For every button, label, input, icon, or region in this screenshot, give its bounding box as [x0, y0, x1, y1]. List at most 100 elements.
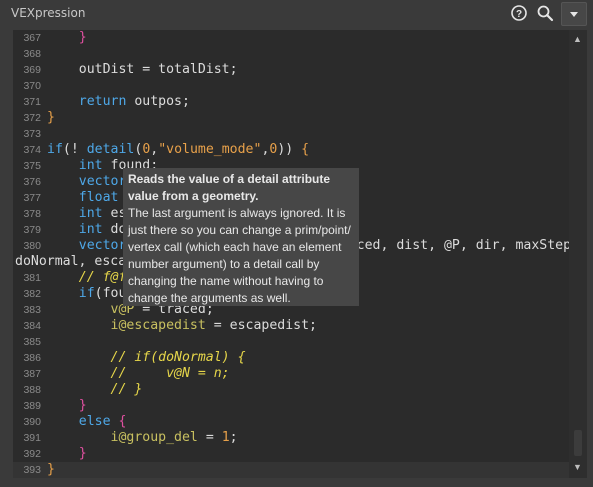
code-line[interactable]: 369 outDist = totalDist; [13, 62, 569, 78]
code-token: i@group_del [110, 430, 198, 445]
line-number: 384 [23, 320, 41, 332]
magnifier-icon [537, 5, 554, 22]
line-number: 377 [23, 192, 41, 204]
line-number: 370 [23, 80, 41, 92]
code-text: i@escapedist = escapedist; [47, 318, 317, 334]
code-token: { [301, 142, 310, 157]
code-text: } [47, 30, 87, 46]
code-line[interactable]: 373 [13, 126, 569, 142]
code-text: if(! detail(0,"volume_mode",0)) { [47, 142, 309, 158]
code-line[interactable]: 388 // } [13, 382, 569, 398]
line-number: 383 [23, 304, 41, 316]
scroll-up-arrow-icon[interactable]: ▲ [573, 34, 582, 44]
line-number: 388 [23, 384, 41, 396]
chevron-down-icon [570, 12, 578, 17]
code-text: } [47, 462, 55, 478]
code-token: "volume_mode" [158, 142, 262, 157]
code-line[interactable]: 367 } [13, 30, 569, 46]
code-text: // } [47, 382, 143, 398]
line-number: 371 [23, 96, 41, 108]
line-number: 368 [23, 48, 41, 60]
code-line[interactable]: 387 // v@N = n; [13, 366, 569, 382]
line-number: 393 [23, 464, 41, 476]
code-token: } [47, 462, 55, 477]
code-token: = escapedist; [205, 318, 317, 333]
code-line[interactable]: 371 return outpos; [13, 94, 569, 110]
code-line[interactable]: 389 } [13, 398, 569, 414]
code-line[interactable]: 393} [13, 462, 569, 478]
code-text: } [47, 398, 87, 414]
code-token: } [47, 110, 55, 125]
code-token: 1 [221, 430, 230, 445]
code-token: // } [110, 382, 143, 397]
code-line[interactable]: 372} [13, 110, 569, 126]
vertical-scrollbar[interactable]: ▲ ▼ [569, 30, 587, 478]
line-number: 391 [23, 432, 41, 444]
tooltip-title: Reads the value of a detail attribute va… [128, 172, 331, 203]
code-line[interactable]: 386 // if(doNormal) { [13, 350, 569, 366]
code-text: } [47, 446, 87, 462]
line-number: 379 [23, 224, 41, 236]
line-number: 369 [23, 64, 41, 76]
code-line[interactable]: 385 [13, 334, 569, 350]
scroll-down-arrow-icon[interactable]: ▼ [573, 462, 582, 472]
line-number: 390 [23, 416, 41, 428]
code-token: outpos; [126, 94, 190, 109]
code-line[interactable]: 384 i@escapedist = escapedist; [13, 318, 569, 334]
title-bar: VEXpression ? [0, 0, 593, 28]
code-line[interactable]: 392 } [13, 446, 569, 462]
code-token: if [78, 286, 95, 301]
code-token: float [78, 190, 119, 205]
line-number: 373 [23, 128, 41, 140]
code-token: outDist = totalDist; [47, 62, 238, 77]
search-button[interactable] [535, 3, 555, 23]
code-line[interactable]: 390 else { [13, 414, 569, 430]
code-text: i@group_del = 1; [47, 430, 238, 446]
line-number: 378 [23, 208, 41, 220]
code-text: // if(doNormal) { [47, 350, 246, 366]
code-line[interactable]: 391 i@group_del = 1; [13, 430, 569, 446]
code-token: else [78, 414, 111, 429]
code-token: (! [62, 142, 87, 157]
code-token: int [78, 206, 103, 221]
line-number: 392 [23, 448, 41, 460]
code-line[interactable]: 370 [13, 78, 569, 94]
code-line[interactable]: 374 if(! detail(0,"volume_mode",0)) { [13, 142, 569, 158]
status-bar [0, 480, 593, 487]
line-number: 389 [23, 400, 41, 412]
code-token: if [47, 142, 63, 157]
code-line[interactable]: 368 [13, 46, 569, 62]
code-text: // v@N = n; [47, 366, 230, 382]
code-token: } [47, 30, 87, 45]
code-token: // if(doNormal) { [110, 350, 246, 365]
code-token: // v@N = n; [110, 366, 230, 381]
function-help-tooltip: Reads the value of a detail attribute va… [123, 168, 359, 306]
question-circle-icon: ? [511, 5, 527, 21]
code-token: } [78, 446, 87, 461]
code-token: { [118, 414, 127, 429]
line-number: 382 [23, 288, 41, 300]
code-token: detail [86, 142, 135, 157]
help-button[interactable]: ? [509, 3, 529, 23]
line-number: 387 [23, 368, 41, 380]
window-title: VEXpression [11, 6, 86, 20]
code-text: } [47, 110, 55, 126]
menu-dropdown-button[interactable] [561, 2, 587, 26]
code-text: else { [47, 414, 127, 430]
scrollbar-thumb[interactable] [574, 430, 582, 456]
